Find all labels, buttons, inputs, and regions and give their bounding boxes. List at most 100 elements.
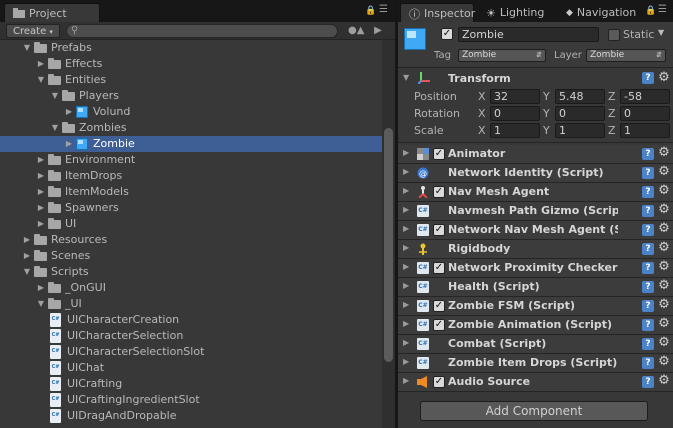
expand-right-icon[interactable]: ▶ <box>403 224 409 233</box>
expand-right-icon[interactable]: ▶ <box>36 56 46 72</box>
panel-menu-icon[interactable]: ☰ <box>658 4 667 15</box>
help-icon[interactable]: ? <box>642 148 654 160</box>
transform-z-field[interactable]: 0 <box>620 106 670 121</box>
tree-row[interactable]: UIDragAndDropable <box>0 408 382 424</box>
tree-row[interactable]: ▶ Spawners <box>0 200 382 216</box>
add-component-button[interactable]: Add Component <box>420 401 648 421</box>
tree-row[interactable]: UIChat <box>0 360 382 376</box>
expand-right-icon[interactable]: ▶ <box>36 280 46 296</box>
tab-navigation[interactable]: ◆ Navigation <box>558 3 644 22</box>
expand-right-icon[interactable]: ▶ <box>403 148 409 157</box>
active-checkbox[interactable]: ✓ <box>441 28 453 40</box>
tree-row[interactable]: ▼ _UI <box>0 296 382 312</box>
expand-right-icon[interactable]: ▶ <box>36 216 46 232</box>
gear-icon[interactable]: ⚙ <box>657 279 671 293</box>
expand-right-icon[interactable]: ▶ <box>36 168 46 184</box>
gear-icon[interactable]: ⚙ <box>657 146 671 160</box>
tree-row[interactable]: ▶ Volund <box>0 104 382 120</box>
component-header[interactable]: ▶ ✓ Audio Source? ⚙ <box>398 373 673 392</box>
static-checkbox[interactable] <box>608 29 620 41</box>
expand-right-icon[interactable]: ▶ <box>36 200 46 216</box>
search-input[interactable]: ⚲ <box>66 24 338 38</box>
lock-icon[interactable]: 🔒 <box>645 6 656 16</box>
expand-right-icon[interactable]: ▶ <box>64 136 74 152</box>
component-header[interactable]: ▶ ✓Network Nav Mesh Agent (Scri?⚙ <box>398 221 673 240</box>
expand-right-icon[interactable]: ▶ <box>403 338 409 347</box>
project-scrollbar[interactable] <box>382 40 395 428</box>
tree-row[interactable]: ▶ UI <box>0 216 382 232</box>
component-header[interactable]: ▶ Navmesh Path Gizmo (Script)?⚙ <box>398 202 673 221</box>
expand-right-icon[interactable]: ▶ <box>22 232 32 248</box>
help-icon[interactable]: ? <box>642 186 654 198</box>
tree-row[interactable]: ▼ Players <box>0 88 382 104</box>
panel-menu-icon[interactable]: ☰ <box>379 4 388 15</box>
tree-row[interactable]: ▶ Environment <box>0 152 382 168</box>
component-enabled-checkbox[interactable]: ✓ <box>433 319 445 331</box>
expand-right-icon[interactable]: ▶ <box>403 281 409 290</box>
gear-icon[interactable]: ⚙ <box>657 241 671 255</box>
transform-y-field[interactable]: 0 <box>555 106 605 121</box>
tree-row[interactable]: ▶ Scenes <box>0 248 382 264</box>
tab-lighting[interactable]: ☀ Lighting <box>478 3 552 22</box>
expand-right-icon[interactable]: ▶ <box>403 205 409 214</box>
tag-dropdown[interactable]: Zombie ⇵ <box>458 49 546 62</box>
expand-right-icon[interactable]: ▶ <box>403 300 409 309</box>
component-enabled-checkbox[interactable]: ✓ <box>433 224 445 236</box>
tree-row[interactable]: ▶ ItemModels <box>0 184 382 200</box>
expand-right-icon[interactable]: ▶ <box>36 184 46 200</box>
component-header[interactable]: ▶ ✓Zombie Animation (Script)?⚙ <box>398 316 673 335</box>
help-icon[interactable]: ? <box>642 224 654 236</box>
component-header[interactable]: ▶ ✓Zombie FSM (Script)?⚙ <box>398 297 673 316</box>
gear-icon[interactable]: ⚙ <box>657 222 671 236</box>
expand-down-icon[interactable]: ▼ <box>22 40 32 56</box>
component-enabled-checkbox[interactable]: ✓ <box>433 376 445 388</box>
help-icon[interactable]: ? <box>642 243 654 255</box>
gear-icon[interactable]: ⚙ <box>657 374 671 388</box>
static-dropdown-icon[interactable]: ▼ <box>658 28 664 37</box>
expand-right-icon[interactable]: ▶ <box>403 319 409 328</box>
component-header[interactable]: ▶ Rigidbody? ⚙ <box>398 240 673 259</box>
filter-by-label-icon[interactable]: ▶ <box>370 24 386 38</box>
tree-row[interactable]: UICraftingIngredientSlot <box>0 392 382 408</box>
gear-icon[interactable]: ⚙ <box>657 317 671 331</box>
tree-row[interactable]: UICharacterSelectionSlot <box>0 344 382 360</box>
tree-row[interactable]: ▶ Effects <box>0 56 382 72</box>
transform-z-field[interactable]: -58 <box>620 89 670 104</box>
component-enabled-checkbox[interactable]: ✓ <box>433 262 445 274</box>
expand-down-icon[interactable]: ▼ <box>50 120 60 136</box>
transform-x-field[interactable]: 0 <box>490 106 540 121</box>
transform-y-field[interactable]: 1 <box>555 123 605 138</box>
filter-by-type-icon[interactable]: ●▲ <box>348 24 364 38</box>
gear-icon[interactable]: ⚙ <box>657 184 671 198</box>
expand-right-icon[interactable]: ▶ <box>64 104 74 120</box>
component-header[interactable]: ▶ ✓Network Proximity Checker Cu?⚙ <box>398 259 673 278</box>
help-icon[interactable]: ? <box>642 281 654 293</box>
expand-down-icon[interactable]: ▼ <box>36 72 46 88</box>
component-header[interactable]: ▶ Health (Script)?⚙ <box>398 278 673 297</box>
component-header[interactable]: ▶ @ Network Identity (Script)? ⚙ <box>398 164 673 183</box>
tab-inspector[interactable]: ⓘ Inspector <box>400 3 475 22</box>
tree-row[interactable]: ▼ Zombies <box>0 120 382 136</box>
lock-icon[interactable]: 🔒 <box>365 6 376 16</box>
expand-down-icon[interactable]: ▼ <box>22 264 32 280</box>
expand-down-icon[interactable]: ▼ <box>403 73 409 82</box>
expand-right-icon[interactable]: ▶ <box>403 186 409 195</box>
expand-right-icon[interactable]: ▶ <box>403 262 409 271</box>
component-enabled-checkbox[interactable]: ✓ <box>433 186 445 198</box>
tab-project[interactable]: Project <box>4 3 100 22</box>
tree-row[interactable]: ▶ Zombie <box>0 136 382 152</box>
help-icon[interactable]: ? <box>642 376 654 388</box>
gear-icon[interactable]: ⚙ <box>657 165 671 179</box>
gear-icon[interactable]: ⚙ <box>657 71 671 85</box>
gear-icon[interactable]: ⚙ <box>657 298 671 312</box>
help-icon[interactable]: ? <box>642 319 654 331</box>
component-header[interactable]: ▶ Combat (Script)?⚙ <box>398 335 673 354</box>
tree-row[interactable]: UICharacterSelection <box>0 328 382 344</box>
layer-dropdown[interactable]: Zombie ⇵ <box>586 49 666 62</box>
tree-row[interactable]: ▶ _OnGUI <box>0 280 382 296</box>
gear-icon[interactable]: ⚙ <box>657 260 671 274</box>
component-enabled-checkbox[interactable]: ✓ <box>433 300 445 312</box>
expand-down-icon[interactable]: ▼ <box>36 296 46 312</box>
help-icon[interactable]: ? <box>642 357 654 369</box>
gear-icon[interactable]: ⚙ <box>657 203 671 217</box>
